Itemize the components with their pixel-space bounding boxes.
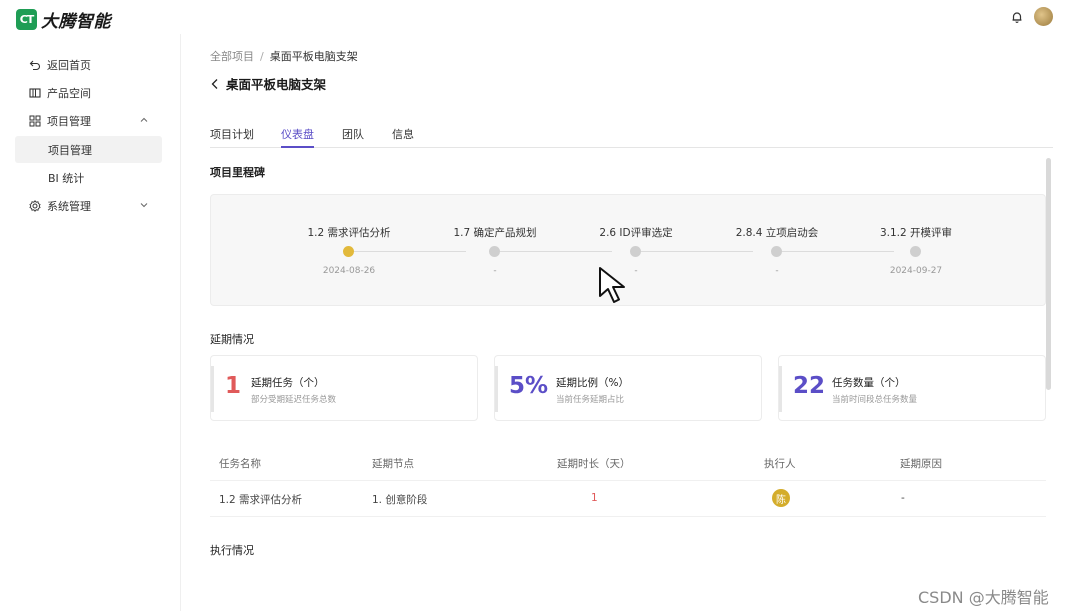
card-accent-bar: [211, 366, 214, 412]
column-header: 延期原因: [900, 458, 942, 470]
stat-card-task-count: 22 任务数量（个） 当前时间段总任务数量: [778, 355, 1046, 421]
milestone-label: 2.6 ID评审选定: [599, 227, 673, 239]
milestone-dot[interactable]: [489, 246, 500, 257]
cell-delay-days: 1: [591, 492, 598, 504]
breadcrumb-root[interactable]: 全部项目: [210, 50, 254, 63]
tab-team[interactable]: 团队: [342, 126, 364, 148]
sidebar-item-label: BI 统计: [48, 171, 85, 185]
delay-table-header: 任务名称 延期节点 延期时长（天） 执行人 延期原因: [210, 445, 1046, 481]
card-accent-bar: [495, 366, 498, 412]
logo-mark: CT: [16, 9, 37, 30]
watermark: CSDN @大腾智能: [918, 588, 1049, 607]
cell-delay-reason: -: [901, 492, 905, 504]
milestone-connector: [354, 251, 466, 252]
stat-value: 5%: [509, 373, 549, 399]
sidebar: 返回首页 产品空间 项目管理 项目管理 BI 统计 系统管理: [0, 34, 181, 611]
milestone-connector: [782, 251, 894, 252]
logo-text: 大腾智能: [41, 12, 111, 32]
column-header: 延期节点: [372, 458, 414, 470]
breadcrumb-separator: /: [260, 50, 264, 63]
milestone-dot[interactable]: [771, 246, 782, 257]
tab-project-plan[interactable]: 项目计划: [210, 126, 254, 148]
sidebar-item-product-space[interactable]: 产品空间: [15, 79, 162, 106]
return-icon: [29, 60, 40, 70]
sidebar-item-label: 项目管理: [47, 114, 91, 128]
card-accent-bar: [779, 366, 782, 412]
stat-description: 部分受期延迟任务总数: [251, 395, 337, 405]
column-header: 执行人: [764, 458, 796, 470]
tab-bar: 项目计划 仪表盘 团队 信息: [210, 126, 1053, 148]
stat-title: 任务数量（个）: [832, 377, 906, 389]
sidebar-item-label: 返回首页: [47, 58, 91, 72]
page-title: 桌面平板电脑支架: [210, 74, 326, 93]
section-title-execution: 执行情况: [210, 544, 254, 557]
cell-delay-node: 1. 创意阶段: [372, 494, 428, 506]
sidebar-item-home[interactable]: 返回首页: [15, 51, 162, 78]
milestone-connector: [500, 251, 612, 252]
milestone-dot[interactable]: [910, 246, 921, 257]
column-header: 任务名称: [219, 458, 261, 470]
milestone-date: -: [493, 266, 497, 276]
milestone-dot[interactable]: [630, 246, 641, 257]
grid-icon: [29, 115, 41, 126]
top-bar: CT 大腾智能: [0, 0, 1080, 34]
sidebar-item-label: 系统管理: [47, 199, 91, 213]
back-arrow-icon[interactable]: [210, 78, 220, 90]
stat-description: 当前时间段总任务数量: [832, 395, 918, 405]
stat-card-delay-ratio: 5% 延期比例（%） 当前任务延期占比: [494, 355, 762, 421]
milestone-label: 2.8.4 立项启动会: [735, 227, 819, 239]
main-content: 全部项目 / 桌面平板电脑支架 桌面平板电脑支架 项目计划 仪表盘 团队 信息 项目…: [182, 34, 1080, 611]
assignee-avatar: 陈: [772, 489, 790, 507]
tab-dashboard[interactable]: 仪表盘: [281, 126, 314, 148]
column-header: 延期时长（天）: [557, 458, 631, 470]
stat-value: 1: [225, 373, 242, 399]
stat-value: 22: [793, 373, 826, 399]
table-row[interactable]: 1.2 需求评估分析 1. 创意阶段 1 陈 -: [210, 481, 1046, 517]
gear-icon: [29, 199, 41, 212]
breadcrumb-current: 桌面平板电脑支架: [269, 50, 358, 63]
mouse-cursor-icon: [599, 267, 625, 303]
sidebar-item-label: 项目管理: [48, 143, 92, 157]
chevron-down-icon[interactable]: [140, 201, 148, 209]
tab-info[interactable]: 信息: [392, 126, 414, 148]
sidebar-subitem-bi-stats[interactable]: BI 统计: [15, 164, 162, 191]
sidebar-subitem-project-management[interactable]: 项目管理: [15, 136, 162, 163]
stat-title: 延期比例（%）: [556, 377, 629, 389]
scrollbar[interactable]: [1046, 158, 1051, 390]
milestone-dot-done[interactable]: [343, 246, 354, 257]
section-title-milestones: 项目里程碑: [210, 166, 265, 179]
milestone-label: 3.1.2 开模评审: [879, 227, 953, 239]
bell-icon[interactable]: [1010, 10, 1024, 24]
user-avatar[interactable]: [1034, 7, 1053, 26]
milestone-date: 2024-09-27: [889, 266, 943, 276]
breadcrumb: 全部项目 / 桌面平板电脑支架: [210, 48, 358, 64]
chevron-up-icon[interactable]: [140, 116, 148, 124]
page-title-text: 桌面平板电脑支架: [226, 77, 327, 92]
product-space-icon: [29, 87, 41, 98]
stat-card-delayed-tasks: 1 延期任务（个） 部分受期延迟任务总数: [210, 355, 478, 421]
milestone-label: 1.2 需求评估分析: [307, 227, 391, 239]
milestone-connector: [641, 251, 753, 252]
milestone-date: -: [775, 266, 779, 276]
section-title-delay: 延期情况: [210, 333, 254, 346]
sidebar-item-system-management[interactable]: 系统管理: [15, 192, 162, 219]
cell-task-name: 1.2 需求评估分析: [219, 494, 303, 506]
milestone-label: 1.7 确定产品规划: [453, 227, 537, 239]
stat-description: 当前任务延期占比: [556, 395, 625, 405]
sidebar-item-label: 产品空间: [47, 86, 91, 100]
sidebar-item-project-management[interactable]: 项目管理: [15, 107, 162, 134]
milestone-date: 2024-08-26: [322, 266, 376, 276]
stat-title: 延期任务（个）: [251, 377, 325, 389]
logo[interactable]: CT 大腾智能: [16, 7, 111, 32]
